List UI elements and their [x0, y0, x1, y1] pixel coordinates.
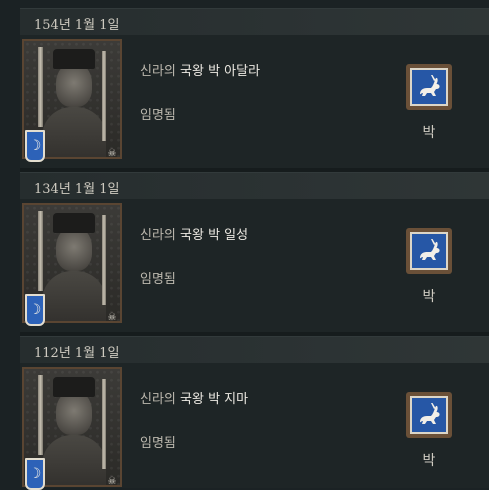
date-bar: 154년 1월 1일	[20, 8, 489, 36]
event-label: 임명됨	[140, 436, 176, 451]
portrait-staff	[38, 47, 43, 127]
portrait-hat	[53, 377, 95, 397]
coat-of-arms[interactable]	[406, 64, 452, 110]
portrait-head	[56, 391, 92, 435]
ruler-entry: 112년 1월 1일 ☽ ☠ 신라의 국왕 박 지마 임명됨 박	[0, 336, 489, 490]
crescent-shield-icon[interactable]: ☽	[25, 130, 45, 162]
ruler-entry: 134년 1월 1일 ☽ ☠ 신라의 국왕 박 일성 임명됨 박	[0, 172, 489, 332]
date-bar: 112년 1월 1일	[20, 336, 489, 364]
character-title[interactable]: 신라의 국왕 박 일성	[140, 224, 248, 243]
portrait-head	[56, 227, 92, 271]
crescent-shield-icon[interactable]: ☽	[25, 458, 45, 490]
coat-of-arms[interactable]	[406, 228, 452, 274]
date-bar: 134년 1월 1일	[20, 172, 489, 200]
character-name[interactable]: 국왕 박 지마	[180, 392, 248, 407]
event-label: 임명됨	[140, 272, 176, 287]
portrait-staff	[102, 215, 106, 305]
portrait-staff	[38, 375, 43, 455]
character-title[interactable]: 신라의 국왕 박 지마	[140, 388, 248, 407]
entry-date: 134년 1월 1일	[34, 182, 120, 197]
portrait-hat	[53, 49, 95, 69]
house-name: 박	[422, 289, 436, 305]
white-rabbit-icon	[420, 239, 440, 260]
entry-date: 112년 1월 1일	[34, 346, 120, 361]
skull-icon: ☠	[107, 476, 117, 487]
white-rabbit-icon	[420, 75, 440, 96]
portrait-staff	[38, 211, 43, 291]
ruler-entry: 154년 1월 1일 ☽ ☠ 신라의 국왕 박 아달라 임명됨 박	[0, 8, 489, 168]
character-name[interactable]: 국왕 박 일성	[180, 228, 248, 243]
entry-date: 154년 1월 1일	[34, 18, 120, 33]
skull-icon: ☠	[107, 312, 117, 323]
portrait-robe	[42, 107, 106, 157]
white-rabbit-icon	[420, 403, 440, 424]
house-name: 박	[422, 453, 436, 469]
house-name: 박	[422, 125, 436, 141]
portrait-hat	[53, 213, 95, 233]
character-name[interactable]: 국왕 박 아달라	[180, 64, 260, 79]
crescent-shield-icon[interactable]: ☽	[25, 294, 45, 326]
realm-prefix: 신라의	[140, 64, 176, 79]
realm-prefix: 신라의	[140, 392, 176, 407]
skull-icon: ☠	[107, 148, 117, 159]
character-title[interactable]: 신라의 국왕 박 아달라	[140, 60, 260, 79]
portrait-robe	[42, 271, 106, 321]
coat-of-arms[interactable]	[406, 392, 452, 438]
portrait-staff	[102, 379, 106, 469]
portrait-staff	[102, 51, 106, 141]
portrait-robe	[42, 435, 106, 485]
realm-prefix: 신라의	[140, 228, 176, 243]
portrait-head	[56, 63, 92, 107]
event-label: 임명됨	[140, 108, 176, 123]
